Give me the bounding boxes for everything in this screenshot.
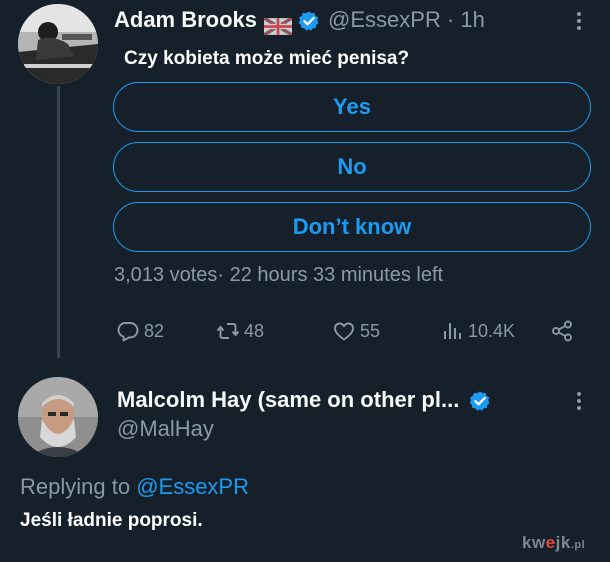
- tweet-text: Czy kobieta może mieć penisa?: [124, 48, 410, 69]
- handle-and-time[interactable]: @EssexPR · 1h: [328, 4, 485, 36]
- retweet-icon: [216, 323, 240, 339]
- retweet-count: 48: [244, 320, 265, 341]
- share-icon: [552, 320, 572, 342]
- more-icon[interactable]: [568, 388, 590, 414]
- reply-text: Jeśli ładnie poprosi.: [20, 510, 203, 531]
- like-button[interactable]: 55: [332, 314, 380, 348]
- replying-prefix: Replying to: [20, 474, 137, 499]
- reply-author-name[interactable]: Malcolm Hay (same on other pl...: [117, 384, 459, 416]
- reply-header: Malcolm Hay (same on other pl...: [117, 384, 499, 416]
- author-name[interactable]: Adam Brooks: [114, 4, 257, 36]
- reply-handle[interactable]: @MalHay: [117, 416, 214, 442]
- verified-badge-icon[interactable]: [298, 9, 320, 31]
- poll-option-yes[interactable]: Yes: [113, 82, 591, 132]
- avatar[interactable]: [18, 377, 98, 457]
- like-icon: [334, 322, 354, 341]
- retweet-button[interactable]: 48: [216, 314, 264, 348]
- avatar-photo: [18, 4, 98, 84]
- tweet-header: Adam Brooks @EssexPR · 1h: [114, 4, 485, 36]
- views-button[interactable]: 10.4K: [440, 314, 515, 348]
- poll-option-no[interactable]: No: [113, 142, 591, 192]
- like-count: 55: [360, 320, 381, 341]
- reply-count: 82: [144, 320, 165, 341]
- avatar-photo: [18, 377, 98, 457]
- views-count: 10.4K: [468, 320, 516, 341]
- views-icon: [444, 323, 461, 339]
- reply-icon: [117, 322, 139, 342]
- thread-connector-line: [57, 86, 60, 358]
- poll-option-dont-know[interactable]: Don’t know: [113, 202, 591, 252]
- replying-mention-link[interactable]: @EssexPR: [136, 474, 249, 499]
- kwejk-watermark: kwejk.pl: [522, 533, 586, 552]
- uk-flag-icon: [263, 12, 293, 36]
- tweet-thread: Adam Brooks @EssexPR · 1h Czy kobieta mo…: [0, 0, 610, 562]
- poll-meta: 3,013 votes· 22 hours 33 minutes left: [114, 264, 444, 286]
- share-button[interactable]: [550, 314, 574, 348]
- tweet-actions: 82 48 55 10.4K: [114, 314, 580, 348]
- replying-to: Replying to @EssexPR: [20, 474, 249, 500]
- reply-button[interactable]: 82: [116, 314, 164, 348]
- more-icon[interactable]: [568, 8, 590, 34]
- verified-badge-icon[interactable]: [469, 389, 491, 411]
- avatar[interactable]: [18, 4, 98, 84]
